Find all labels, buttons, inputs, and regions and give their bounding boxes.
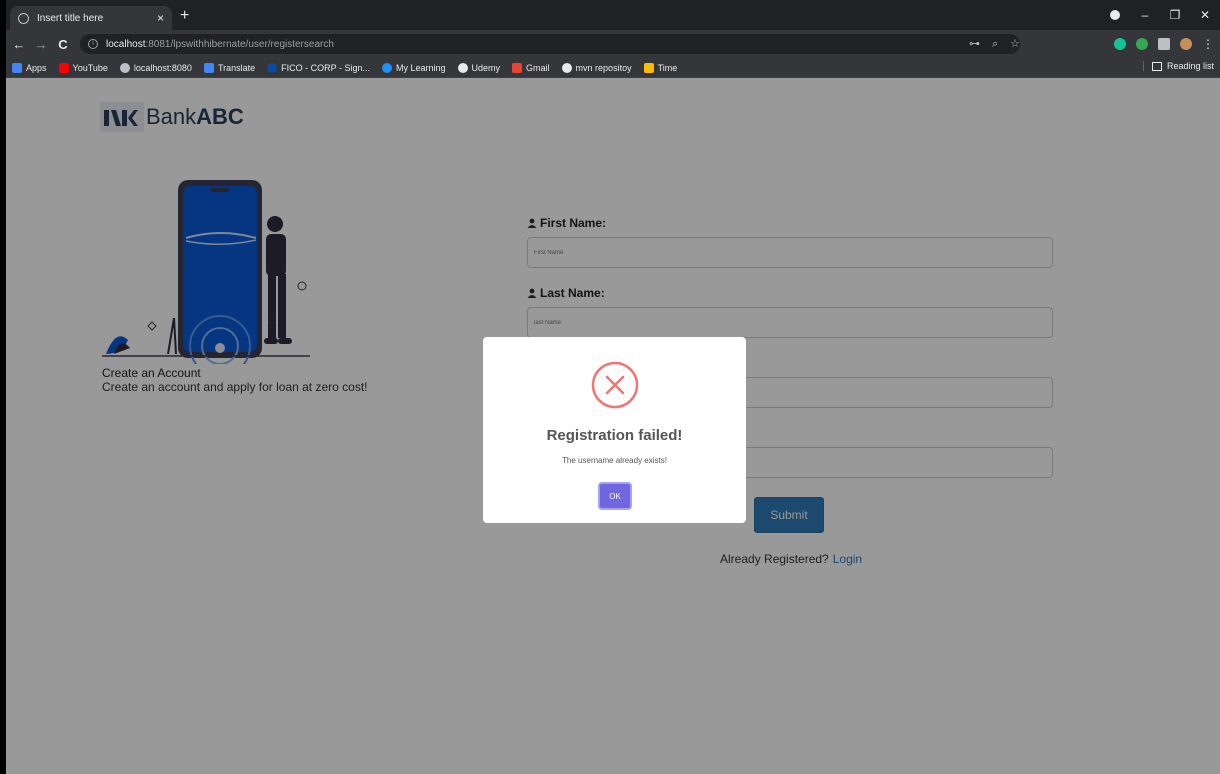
tab-close-button[interactable]: × [157,11,164,25]
tab-strip: Insert title here × + – ❐ ✕ [6,0,1220,30]
grammarly-icon[interactable] [1114,38,1126,50]
bookmarks-bar: Apps YouTube localhost:8080 Translate FI… [6,58,1220,78]
bookmark-label: localhost:8080 [133,62,192,73]
reload-button[interactable]: C [54,37,72,52]
extension-icons: ⋮ [1114,34,1214,54]
close-window-button[interactable]: ✕ [1190,8,1220,22]
udemy-icon [457,62,468,73]
bookmark-label: Apps [26,62,47,73]
puzzle-icon[interactable] [1158,38,1170,50]
shield-icon[interactable] [1136,38,1148,50]
globe-icon [119,62,130,73]
bookmark-label: Udemy [471,62,501,73]
browser-toolbar: ← → C i localhost :8081/lpswithhibernate… [6,30,1220,58]
reading-list-label: Reading list [1166,61,1214,71]
chrome-icon [561,62,572,73]
bookmark-label: Gmail [526,62,550,73]
browser-window: Insert title here × + – ❐ ✕ ← → C i loca… [6,0,1220,774]
page-content: Bank ABC Create an Account Create an acc… [6,78,1220,774]
bookmark-item[interactable]: localhost:8080 [119,62,192,73]
reading-list-button[interactable]: Reading list [1142,61,1214,71]
apps-icon [12,62,22,73]
reading-list-icon [1151,61,1162,71]
bookmark-item[interactable]: Apps [12,62,47,73]
bookmark-item[interactable]: Udemy [457,62,501,73]
url-path: :8081/lpswithhibernate/user/registersear… [145,38,334,50]
browser-tab[interactable]: Insert title here × [10,6,172,30]
key-icon[interactable]: ⊶ [969,34,980,54]
tab-title: Insert title here [37,12,104,24]
account-icon[interactable] [1110,10,1120,20]
time-icon [643,62,654,73]
bookmark-item[interactable]: YouTube [58,62,108,73]
url-host: localhost [106,38,146,50]
forward-button[interactable]: → [32,37,50,52]
window-controls: – ❐ ✕ [1100,0,1220,30]
globe-icon [18,12,29,24]
bookmark-label: Time [657,62,678,73]
cloud-icon [381,62,392,73]
bookmark-item[interactable]: Time [643,62,678,73]
bookmark-label: Translate [217,62,256,73]
dialog-message: The username already exists! [562,456,667,465]
back-button[interactable]: ← [10,37,28,52]
youtube-icon [58,62,69,73]
avatar-icon[interactable] [1180,38,1192,50]
minimize-button[interactable]: – [1130,8,1160,22]
bookmark-label: mvn repositoy [575,62,632,73]
bookmark-item[interactable]: My Learning [381,62,446,73]
dialog-title: Registration failed! [546,427,683,444]
star-icon[interactable]: ☆ [1010,34,1020,54]
bookmark-label: FICO - CORP - Sign... [281,62,370,73]
bookmark-item[interactable]: Translate [203,62,256,73]
bookmark-item[interactable]: Gmail [512,62,550,73]
address-bar-icons: ⊶ ⌕ ☆ [969,34,1020,54]
bookmark-label: YouTube [72,62,108,73]
bookmark-item[interactable]: FICO - CORP - Sign... [267,62,370,73]
error-icon [591,361,639,409]
info-icon[interactable]: i [88,39,98,49]
bookmark-label: My Learning [395,62,446,73]
restore-button[interactable]: ❐ [1160,8,1190,22]
new-tab-button[interactable]: + [180,7,189,25]
zoom-icon[interactable]: ⌕ [992,34,998,54]
menu-icon[interactable]: ⋮ [1202,37,1214,51]
ok-button[interactable]: OK [598,482,632,510]
fico-icon [267,62,278,73]
translate-icon [203,62,214,73]
address-bar[interactable]: i localhost :8081/lpswithhibernate/user/… [80,34,1020,54]
gmail-icon [512,62,523,73]
bookmark-item[interactable]: mvn repositoy [561,62,632,73]
error-dialog: Registration failed! The username alread… [483,337,746,523]
